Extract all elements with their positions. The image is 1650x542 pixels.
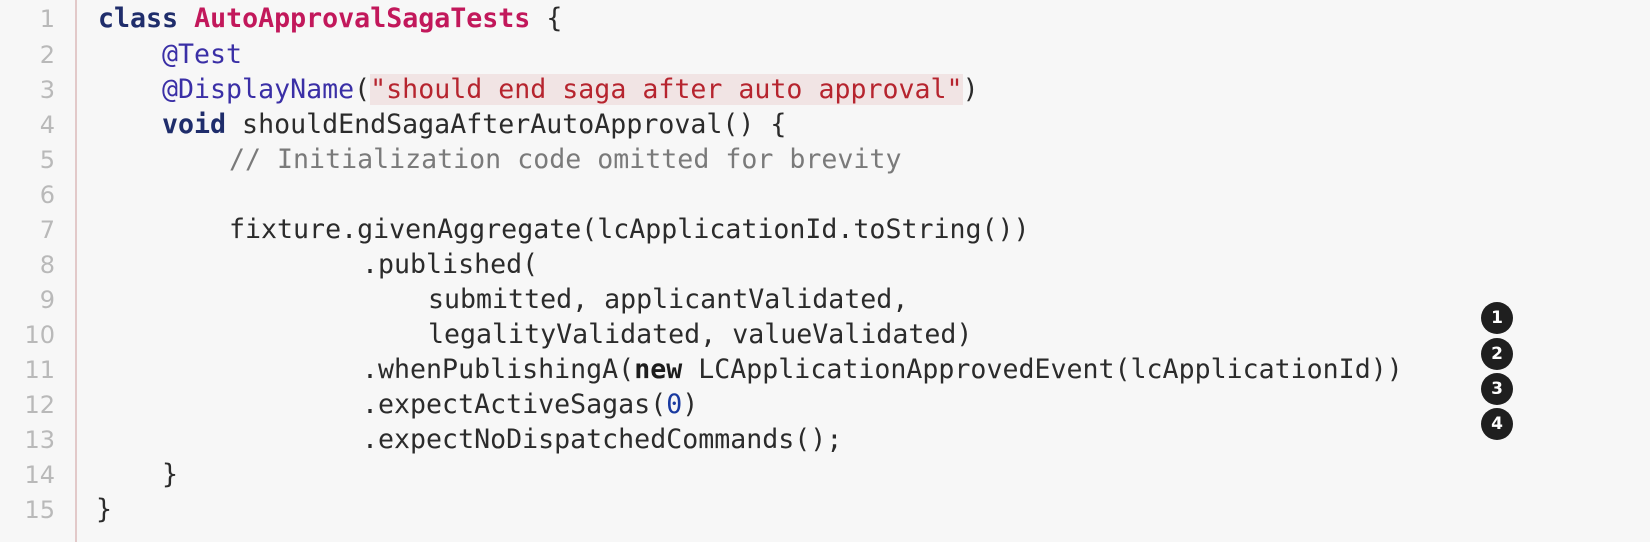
code-text: .published( xyxy=(362,249,539,280)
annotation-displayname: @DisplayName xyxy=(162,74,355,105)
line-number: 12 xyxy=(24,391,55,419)
number-literal: 0 xyxy=(666,389,683,420)
line-number: 8 xyxy=(39,251,55,279)
line-number: 10 xyxy=(24,321,55,349)
callout-marker-1: 1 xyxy=(1481,302,1513,334)
method-signature: shouldEndSagaAfterAutoApproval() { xyxy=(226,109,787,140)
code-text: } xyxy=(162,459,179,490)
line-number: 1 xyxy=(39,5,55,33)
code-line-14: } xyxy=(162,458,178,492)
code-line-9: submitted, applicantValidated, xyxy=(428,283,908,317)
line-number: 11 xyxy=(24,356,55,384)
code-line-11: .whenPublishingA(new LCApplicationApprov… xyxy=(362,353,1403,387)
callout-marker-2: 2 xyxy=(1481,338,1513,370)
code-text: .expectNoDispatchedCommands(); xyxy=(362,424,843,455)
callout-marker-3: 3 xyxy=(1481,373,1513,405)
code-text: ) xyxy=(682,389,699,420)
code-line-1: class AutoApprovalSagaTests { xyxy=(98,2,562,36)
code-text: legalityValidated, valueValidated) xyxy=(428,319,973,350)
code-text: .whenPublishingA( xyxy=(362,354,635,385)
code-text: LCApplicationApprovedEvent(lcApplication… xyxy=(682,354,1403,385)
code-line-15: } xyxy=(96,493,112,527)
annotation-test: @Test xyxy=(162,39,243,70)
line-number: 2 xyxy=(39,41,55,69)
code-line-3: @DisplayName("should end saga after auto… xyxy=(162,73,979,107)
code-line-12: .expectActiveSagas(0) xyxy=(362,388,698,422)
class-name: AutoApprovalSagaTests xyxy=(194,3,531,34)
line-number: 4 xyxy=(39,111,55,139)
code-line-7: fixture.givenAggregate(lcApplicationId.t… xyxy=(229,213,1030,247)
keyword-void: void xyxy=(162,109,227,140)
code-line-2: @Test xyxy=(162,38,242,72)
code-line-5: // Initialization code omitted for brevi… xyxy=(229,143,901,177)
line-number: 7 xyxy=(39,216,55,244)
callout-marker-4: 4 xyxy=(1481,408,1513,440)
code-text: } xyxy=(96,494,113,525)
keyword-new: new xyxy=(634,354,683,385)
code-text: fixture.givenAggregate(lcApplicationId.t… xyxy=(229,214,1030,245)
code-listing: 1 2 3 4 5 6 7 8 9 10 11 12 13 14 15 clas… xyxy=(0,0,1650,542)
string-literal: "should end saga after auto approval" xyxy=(370,74,963,105)
code-line-4: void shouldEndSagaAfterAutoApproval() { xyxy=(162,108,786,142)
line-number: 6 xyxy=(39,181,55,209)
code-text: ) xyxy=(962,74,979,105)
code-line-8: .published( xyxy=(362,248,538,282)
code-line-10: legalityValidated, valueValidated) xyxy=(428,318,972,352)
line-number-gutter: 1 2 3 4 5 6 7 8 9 10 11 12 13 14 15 xyxy=(0,0,77,542)
code-text: { xyxy=(530,3,563,34)
code-text: submitted, applicantValidated, xyxy=(428,284,909,315)
line-number: 3 xyxy=(39,76,55,104)
code-comment: // Initialization code omitted for brevi… xyxy=(229,144,902,175)
code-line-13: .expectNoDispatchedCommands(); xyxy=(362,423,842,457)
keyword-class: class xyxy=(98,3,179,34)
line-number: 13 xyxy=(24,426,55,454)
line-number: 9 xyxy=(39,286,55,314)
code-text: .expectActiveSagas( xyxy=(362,389,667,420)
line-number: 15 xyxy=(24,496,55,524)
line-number: 5 xyxy=(39,146,55,174)
line-number: 14 xyxy=(24,461,55,489)
code-text: ( xyxy=(354,74,371,105)
